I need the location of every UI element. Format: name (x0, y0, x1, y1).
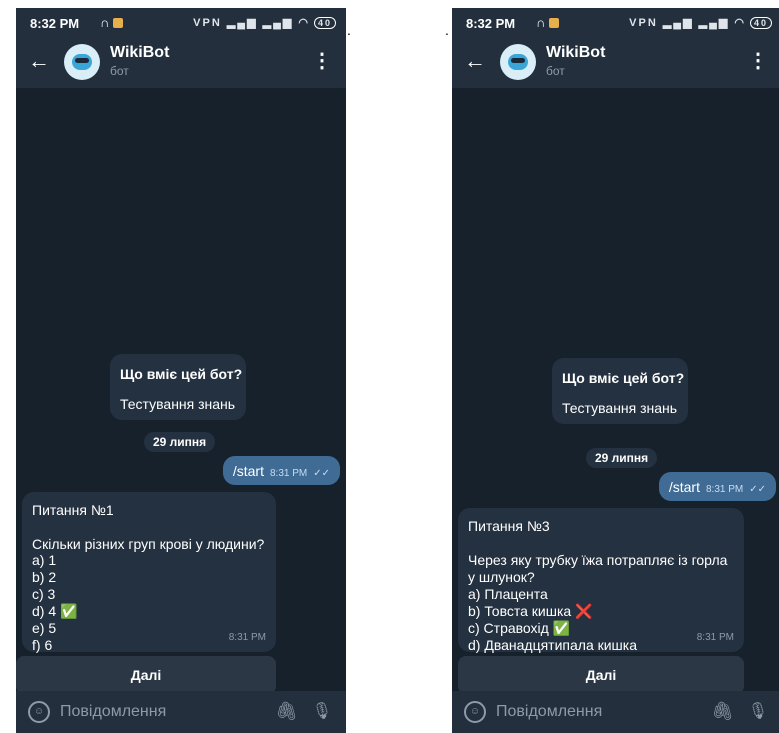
back-arrow-icon[interactable]: ← (464, 48, 486, 74)
question-header: Питання №3 (468, 518, 550, 534)
bot-info-bubble: Що вміє цей бот? Тестування знань (552, 358, 688, 424)
option-a: a) 1 (32, 552, 57, 568)
option-d-row: d) 4 ✅ (32, 603, 77, 620)
bot-info-question: Що вміє цей бот? (120, 366, 243, 382)
attach-icon[interactable]: 🖇 (711, 701, 734, 722)
chat-header: ← WikiBot бот ⋮ (16, 36, 346, 88)
option-f: f) 6 (32, 637, 53, 653)
check-mark-icon: ✅ (60, 603, 78, 619)
chat-header: ← WikiBot бот ⋮ (452, 36, 779, 88)
question-text: Через яку трубку їжа потрапляє із горла … (468, 552, 728, 585)
option-c: c) 3 (32, 586, 56, 602)
bot-info-answer: Тестування знань (120, 396, 236, 412)
more-menu-icon[interactable]: ⋮ (312, 48, 332, 73)
message-input[interactable]: Повідомлення (496, 703, 602, 721)
question-time: 8:31 PM (696, 632, 734, 643)
message-input-bar: ☺ Повідомлення 🖇 🎙 (452, 691, 779, 733)
outgoing-time: 8:31 PM (269, 468, 308, 479)
message-input[interactable]: Повідомлення (60, 703, 166, 721)
check-mark-icon: ✅ (552, 620, 571, 636)
question-text: Скільки різних груп крові у людини? (32, 536, 265, 552)
separator-dot: . (445, 22, 449, 38)
outgoing-message[interactable]: /start 8:31 PM ✓✓ (222, 456, 340, 485)
question-bubble[interactable]: Питання №1 Скільки різних груп крові у л… (22, 492, 276, 653)
chat-subtitle: бот (546, 64, 565, 78)
option-a: a) Плацента (468, 586, 548, 602)
date-separator: 29 липня (586, 448, 658, 468)
more-menu-icon[interactable]: ⋮ (748, 48, 768, 73)
chat-subtitle: бот (110, 64, 129, 78)
question-bubble[interactable]: Питання №3 Через яку трубку їжа потрапля… (458, 508, 744, 653)
battery-icon: 40 (313, 17, 336, 29)
avatar[interactable] (64, 44, 100, 80)
emoji-icon[interactable]: ☺ (464, 701, 486, 723)
option-c-row: c) Стравохід ✅ (468, 620, 637, 637)
battery-icon: 40 (749, 17, 772, 29)
avatar[interactable] (500, 44, 536, 80)
question-header: Питання №1 (32, 502, 114, 518)
separator-dot: . (347, 22, 351, 38)
date-separator: 29 липня (144, 432, 216, 452)
cross-mark-icon: ❌ (575, 603, 593, 619)
message-input-bar: ☺ Повідомлення 🖇 🎙 (16, 691, 346, 733)
status-time: 8:32 PM (466, 16, 516, 31)
status-time: 8:32 PM (30, 16, 80, 31)
read-check-icon: ✓✓ (313, 468, 330, 479)
next-button[interactable]: Далі (16, 656, 276, 694)
signal-icons: VPN ▂▄▆ ▂▄▆ ◠ 40 (193, 16, 336, 29)
option-b: b) Товста кишка (468, 603, 572, 619)
outgoing-message[interactable]: /start 8:31 PM ✓✓ (658, 472, 776, 501)
read-check-icon: ✓✓ (749, 484, 766, 495)
option-c: c) Стравохід (468, 620, 549, 636)
option-d: d) 4 (32, 603, 57, 619)
microphone-icon[interactable]: 🎙 (312, 701, 332, 721)
left-phone-screen: 8:32 PM ∩ VPN ▂▄▆ ▂▄▆ ◠ 40 ← WikiBot бот … (16, 8, 346, 733)
attach-icon[interactable]: 🖇 (275, 701, 298, 722)
notification-icons: ∩ (530, 15, 560, 30)
notification-icons: ∩ (94, 15, 124, 30)
right-phone-screen: 8:32 PM ∩ VPN ▂▄▆ ▂▄▆ ◠ 40 ← WikiBot бот … (452, 8, 779, 733)
outgoing-time: 8:31 PM (705, 484, 744, 495)
chat-title[interactable]: WikiBot (110, 44, 169, 62)
option-b-row: b) Товста кишка ❌ (468, 603, 637, 620)
question-time: 8:31 PM (228, 632, 266, 643)
chat-title[interactable]: WikiBot (546, 44, 605, 62)
outgoing-text: /start (668, 479, 700, 495)
option-d: d) Дванадцятипала кишка (468, 637, 638, 653)
bot-info-question: Що вміє цей бот? (562, 370, 685, 386)
back-arrow-icon[interactable]: ← (28, 48, 50, 74)
status-bar: 8:32 PM ∩ VPN ▂▄▆ ▂▄▆ ◠ 40 (16, 8, 346, 36)
microphone-icon[interactable]: 🎙 (748, 701, 768, 721)
outgoing-text: /start (232, 463, 264, 479)
emoji-icon[interactable]: ☺ (28, 701, 50, 723)
bot-info-bubble: Що вміє цей бот? Тестування знань (110, 354, 246, 420)
option-e: e) 5 (32, 620, 57, 636)
status-bar: 8:32 PM ∩ VPN ▂▄▆ ▂▄▆ ◠ 40 (452, 8, 779, 36)
bot-info-answer: Тестування знань (562, 400, 678, 416)
option-b: b) 2 (32, 569, 57, 585)
signal-icons: VPN ▂▄▆ ▂▄▆ ◠ 40 (629, 16, 772, 29)
next-button[interactable]: Далі (458, 656, 744, 694)
